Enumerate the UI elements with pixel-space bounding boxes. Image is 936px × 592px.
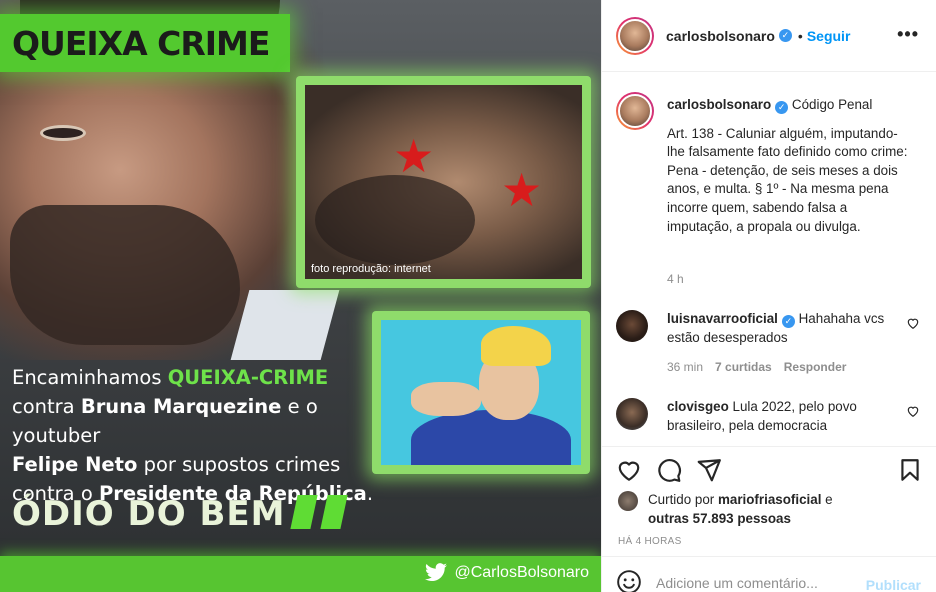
post-image[interactable]: QUEIXA CRIME ★ ★ foto reprodução: intern… <box>0 0 601 592</box>
share-send-icon[interactable] <box>696 457 722 483</box>
likes-middle: e <box>821 492 833 507</box>
more-options-icon[interactable]: ••• <box>897 24 919 45</box>
handle-text: @CarlosBolsonaro <box>454 564 589 581</box>
comment-author[interactable]: luisnavarrooficial <box>667 311 778 326</box>
avatar[interactable] <box>616 310 648 342</box>
verified-badge-icon: ✓ <box>775 101 789 114</box>
text-bold: Bruna Marquezine <box>80 395 282 418</box>
bookmark-icon[interactable] <box>897 457 923 483</box>
post-sidebar: carlosbolsonaro ✓ • Seguir ••• carlosbol… <box>601 0 936 592</box>
verified-badge-icon: ✓ <box>778 29 792 42</box>
caption-text: Art. 138 - Caluniar alguém, imputando-lh… <box>667 125 908 234</box>
banner-title: QUEIXA CRIME <box>12 24 270 63</box>
like-heart-icon[interactable] <box>616 457 642 483</box>
text-highlight: QUEIXA-CRIME <box>167 366 329 389</box>
post-header: carlosbolsonaro ✓ • Seguir ••• <box>602 0 936 72</box>
comment-time[interactable]: 36 min <box>667 360 703 374</box>
text-fragment: por supostos crimes <box>137 453 341 476</box>
follow-button[interactable]: Seguir <box>807 28 851 44</box>
caption-title: Código Penal <box>791 97 873 112</box>
comment-author[interactable]: clovisgeo <box>667 399 729 414</box>
like-comment-heart-icon[interactable] <box>906 404 920 418</box>
slogan: ÓDIO DO BEM <box>12 494 286 534</box>
likes-prefix: Curtido por <box>648 492 718 507</box>
photo-caption: foto reprodução: internet <box>311 263 431 275</box>
post-timestamp[interactable]: HÁ 4 HORAS <box>618 536 682 547</box>
caption-author[interactable]: carlosbolsonaro <box>667 97 771 112</box>
like-comment-heart-icon[interactable] <box>906 316 920 330</box>
queixa-crime-banner: QUEIXA CRIME <box>0 14 290 72</box>
liked-by-user[interactable]: mariofriasoficial <box>718 492 821 507</box>
youtuber-photo <box>372 311 590 474</box>
twitter-icon <box>425 563 448 582</box>
header-username[interactable]: carlosbolsonaro <box>666 28 775 44</box>
avatar[interactable] <box>618 491 638 511</box>
comment-likes[interactable]: 7 curtidas <box>715 360 772 374</box>
avatar[interactable] <box>616 398 648 430</box>
comment-bubble-icon[interactable] <box>656 457 682 483</box>
film-still-photo: ★ ★ foto reprodução: internet <box>296 76 591 288</box>
text-bold: Felipe Neto <box>12 453 138 476</box>
emoji-icon[interactable] <box>616 569 642 592</box>
text-fragment: . <box>366 482 374 505</box>
add-comment-bar: Publicar <box>602 556 936 592</box>
red-star-icon: ★ <box>393 130 435 182</box>
caption-time[interactable]: 4 h <box>667 272 684 286</box>
reply-button[interactable]: Responder <box>784 360 847 374</box>
avatar[interactable] <box>616 92 654 130</box>
likes-others[interactable]: outras 57.893 pessoas <box>648 511 791 526</box>
likes-summary: Curtido por mariofriasoficial e outras 5… <box>618 491 833 528</box>
comment-input[interactable] <box>656 575 856 591</box>
post-text-block: Encaminhamos QUEIXA-CRIME contra Bruna M… <box>12 363 392 508</box>
twitter-handle: @CarlosBolsonaro <box>424 563 589 583</box>
verified-badge-icon: ✓ <box>781 315 795 328</box>
avatar[interactable] <box>616 16 654 55</box>
separator-dot: • <box>797 27 803 44</box>
text-fragment: contra <box>12 395 81 418</box>
publish-button[interactable]: Publicar <box>866 577 921 592</box>
comment-meta: 36 min 7 curtidas Responder <box>667 360 846 374</box>
quote-marks-icon <box>288 495 350 529</box>
red-star-icon: ★ <box>501 164 543 216</box>
text-fragment: Encaminhamos <box>12 366 168 389</box>
post-actions: Curtido por mariofriasoficial e outras 5… <box>602 446 936 556</box>
